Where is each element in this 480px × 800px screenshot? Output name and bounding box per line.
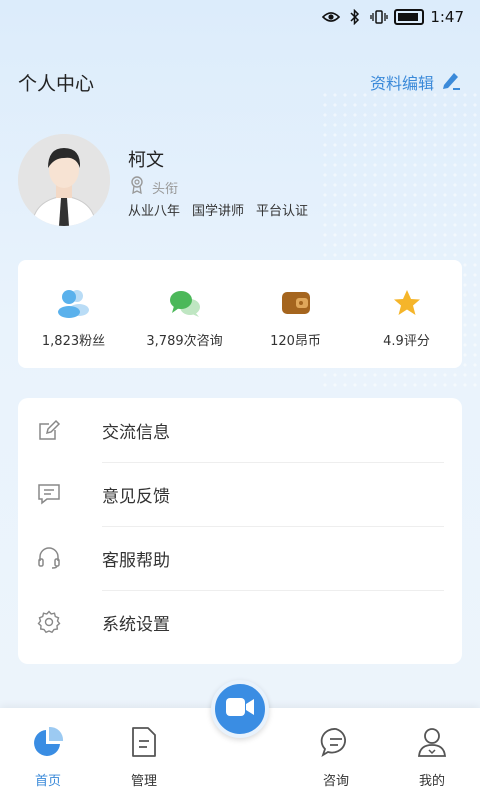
vibrate-icon bbox=[370, 8, 388, 26]
menu-item-label: 客服帮助 bbox=[102, 550, 170, 571]
profile-tag: 从业八年 bbox=[128, 204, 181, 219]
home-pie-icon bbox=[32, 726, 64, 762]
badge-icon bbox=[130, 176, 144, 198]
avatar-illustration bbox=[18, 134, 110, 226]
gear-icon bbox=[36, 609, 62, 635]
feedback-icon bbox=[36, 481, 62, 507]
message-icon bbox=[320, 726, 352, 762]
document-icon bbox=[129, 726, 159, 762]
menu-card: 交流信息 意见反馈 客服帮助 系统设置 bbox=[18, 398, 462, 664]
stat-rating-label: 4.9评分 bbox=[383, 334, 430, 349]
fans-icon bbox=[57, 286, 91, 320]
headset-icon bbox=[36, 545, 62, 571]
nav-consult[interactable]: 咨询 bbox=[288, 708, 384, 800]
stat-consult-label: 3,789次咨询 bbox=[146, 334, 223, 349]
menu-item-messages[interactable]: 交流信息 bbox=[36, 398, 444, 462]
nav-mine[interactable]: 我的 bbox=[384, 708, 480, 800]
avatar[interactable] bbox=[18, 134, 110, 226]
profile-tag: 国学讲师 bbox=[192, 204, 245, 219]
nav-video[interactable] bbox=[192, 680, 288, 800]
menu-item-support[interactable]: 客服帮助 bbox=[36, 526, 444, 590]
status-time: 1:47 bbox=[430, 8, 464, 26]
profile-title-row: 头衔 bbox=[130, 176, 178, 198]
bottom-nav: 首页 管理 咨询 我的 bbox=[0, 680, 480, 800]
battery-icon bbox=[394, 9, 425, 25]
bluetooth-icon bbox=[346, 8, 364, 26]
menu-item-feedback[interactable]: 意见反馈 bbox=[36, 462, 444, 526]
profile-title-label: 头衔 bbox=[152, 181, 179, 197]
nav-manage[interactable]: 管理 bbox=[96, 708, 192, 800]
profile-tag: 平台认证 bbox=[256, 204, 309, 219]
wallet-icon bbox=[279, 286, 313, 320]
stat-coins-label: 120昂币 bbox=[270, 334, 321, 349]
menu-item-label: 系统设置 bbox=[102, 614, 170, 635]
stat-coins[interactable]: 120昂币 bbox=[240, 260, 351, 368]
page-title: 个人中心 bbox=[18, 73, 95, 95]
stat-fans-label: 1,823粉丝 bbox=[41, 334, 106, 349]
video-camera-icon bbox=[225, 696, 255, 722]
stat-fans[interactable]: 1,823粉丝 bbox=[18, 260, 129, 368]
nav-home[interactable]: 首页 bbox=[0, 708, 96, 800]
status-bar: 1:47 bbox=[0, 0, 480, 36]
profile-tags: 从业八年 国学讲师 平台认证 bbox=[128, 200, 308, 219]
menu-item-label: 交流信息 bbox=[102, 422, 170, 443]
menu-item-label: 意见反馈 bbox=[102, 486, 170, 507]
nav-label: 我的 bbox=[418, 774, 445, 789]
profile-name: 柯文 bbox=[128, 150, 164, 171]
edit-icon bbox=[36, 417, 62, 443]
stat-rating[interactable]: 4.9评分 bbox=[351, 260, 462, 368]
pencil-icon bbox=[440, 69, 462, 95]
menu-item-settings[interactable]: 系统设置 bbox=[36, 590, 444, 654]
nav-label: 咨询 bbox=[322, 774, 349, 789]
edit-profile-button[interactable]: 资料编辑 bbox=[370, 69, 462, 95]
user-icon bbox=[416, 726, 448, 762]
eye-icon bbox=[322, 8, 341, 26]
chat-icon bbox=[168, 286, 202, 320]
stats-card: 1,823粉丝 3,789次咨询 120昂币 4.9评分 bbox=[18, 260, 462, 368]
nav-label: 首页 bbox=[34, 774, 61, 789]
header: 个人中心 资料编辑 bbox=[18, 66, 462, 98]
star-icon bbox=[390, 286, 424, 320]
edit-profile-label: 资料编辑 bbox=[369, 74, 434, 93]
nav-label: 管理 bbox=[130, 774, 157, 789]
video-call-button[interactable] bbox=[211, 680, 269, 738]
stat-consult[interactable]: 3,789次咨询 bbox=[129, 260, 240, 368]
